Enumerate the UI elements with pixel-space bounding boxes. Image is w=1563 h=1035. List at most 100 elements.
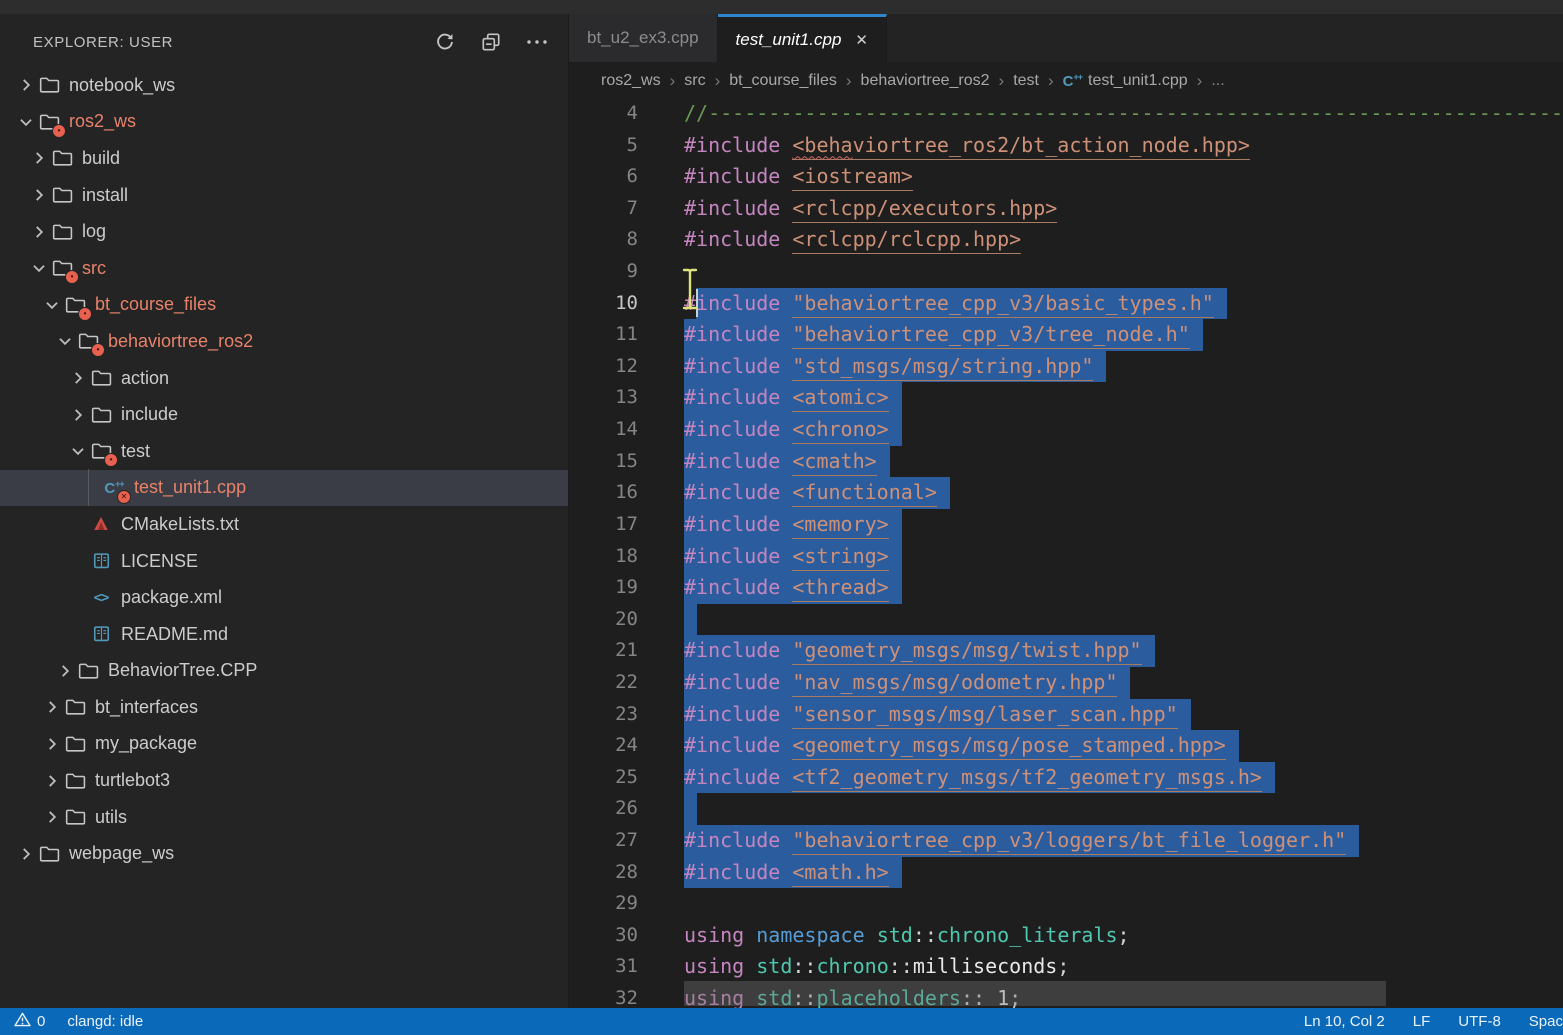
code-editor[interactable]: 4//-------------------------------------…	[569, 100, 1563, 1008]
code-token: <beha	[792, 133, 852, 160]
code-line-31[interactable]: 31using std::chrono::milliseconds;	[569, 951, 1563, 983]
code-line-22[interactable]: 22#include "nav_msgs/msg/odometry.hpp"	[569, 667, 1563, 699]
tree-item-LICENSE[interactable]: LICENSE	[0, 543, 568, 580]
selection-highlight: #include "std_msgs/msg/string.hpp"	[684, 351, 1106, 383]
tree-item-log[interactable]: log	[0, 213, 568, 250]
collapse-all-icon[interactable]	[478, 29, 504, 55]
code-token: <geometry_msgs/msg/pose_stamped.hpp>	[792, 733, 1225, 760]
breadcrumb-label: src	[684, 72, 705, 90]
tree-item-include[interactable]: include	[0, 396, 568, 433]
breadcrumb-item-test[interactable]: test	[1013, 72, 1039, 90]
line-number: 28	[569, 857, 638, 889]
tree-item-test[interactable]: •test	[0, 433, 568, 470]
code-token	[780, 291, 792, 315]
close-icon[interactable]: ✕	[855, 31, 868, 49]
line-number: 29	[569, 888, 638, 920]
status-item-ln-10-col-2[interactable]: Ln 10, Col 2	[1304, 1013, 1385, 1030]
selection-highlight: #include "behaviortree_cpp_v3/tree_node.…	[684, 319, 1203, 351]
code-line-16[interactable]: 16#include <functional>	[569, 477, 1563, 509]
tree-item-turtlebot3[interactable]: turtlebot3	[0, 762, 568, 799]
code-line-30[interactable]: 30using namespace std::chrono_literals;	[569, 920, 1563, 952]
explorer-header: EXPLORER: USER	[0, 24, 568, 60]
tab-test_unit1.cpp[interactable]: test_unit1.cpp✕	[718, 14, 887, 62]
code-token: #include	[684, 670, 780, 694]
refresh-icon[interactable]	[432, 29, 458, 55]
code-line-24[interactable]: 24#include <geometry_msgs/msg/pose_stamp…	[569, 730, 1563, 762]
status-item-clangd-idle[interactable]: clangd: idle	[67, 1013, 143, 1030]
tree-item-CMakeLists.txt[interactable]: CMakeLists.txt	[0, 506, 568, 543]
tab-bt_u2_ex3.cpp[interactable]: bt_u2_ex3.cpp	[569, 14, 718, 62]
status-item-spac[interactable]: Spac	[1529, 1013, 1563, 1030]
code-token: std	[877, 923, 913, 947]
code-token: <atomic>	[792, 385, 888, 412]
code-line-15[interactable]: 15#include <cmath>	[569, 446, 1563, 478]
tree-item-test_unit1.cpp[interactable]: C++✕test_unit1.cpp	[0, 470, 568, 507]
problem-badge: •	[104, 453, 118, 467]
folder-icon	[64, 696, 86, 718]
code-line-5[interactable]: 5#include <behaviortree_ros2/bt_action_n…	[569, 130, 1563, 162]
status-item-0[interactable]: 0	[14, 1012, 45, 1031]
selection-highlight: #include <thread>	[684, 572, 902, 604]
tree-item-package.xml[interactable]: <>package.xml	[0, 579, 568, 616]
code-line-11[interactable]: 11#include "behaviortree_cpp_v3/tree_nod…	[569, 319, 1563, 351]
breadcrumb-item-...[interactable]: ...	[1211, 72, 1224, 90]
code-token: #include	[684, 702, 780, 726]
code-line-4[interactable]: 4//-------------------------------------…	[569, 100, 1563, 130]
folder-icon	[64, 770, 86, 792]
folder-icon	[64, 806, 86, 828]
breadcrumb-label: behaviortree_ros2	[861, 72, 990, 90]
line-content: #include <functional>	[684, 477, 950, 509]
tree-item-build[interactable]: build	[0, 140, 568, 177]
tree-item-BehaviorTree.CPP[interactable]: BehaviorTree.CPP	[0, 653, 568, 690]
tree-item-label: test_unit1.cpp	[134, 477, 246, 498]
tree-item-bt_course_files[interactable]: •bt_course_files	[0, 287, 568, 324]
breadcrumb-item-test_unit1.cpp[interactable]: C++test_unit1.cpp	[1063, 72, 1188, 90]
code-line-8[interactable]: 8#include <rclcpp/rclcpp.hpp>	[569, 224, 1563, 256]
breadcrumb-item-behaviortree_ros2[interactable]: behaviortree_ros2	[861, 72, 990, 90]
status-item-lf[interactable]: LF	[1413, 1013, 1431, 1030]
selection-highlight: #include "sensor_msgs/msg/laser_scan.hpp…	[684, 699, 1191, 731]
code-line-12[interactable]: 12#include "std_msgs/msg/string.hpp"	[569, 351, 1563, 383]
tree-indent-guide	[88, 469, 89, 506]
code-line-20[interactable]: 20	[569, 604, 1563, 636]
code-line-17[interactable]: 17#include <memory>	[569, 509, 1563, 541]
code-line-27[interactable]: 27#include "behaviortree_cpp_v3/loggers/…	[569, 825, 1563, 857]
code-line-14[interactable]: 14#include <chrono>	[569, 414, 1563, 446]
status-item-utf-8[interactable]: UTF-8	[1458, 1013, 1501, 1030]
tree-item-label: behaviortree_ros2	[108, 331, 253, 352]
code-line-21[interactable]: 21#include "geometry_msgs/msg/twist.hpp"	[569, 635, 1563, 667]
status-item-label: Ln 10, Col 2	[1304, 1013, 1385, 1030]
breadcrumb-item-src[interactable]: src	[684, 72, 705, 90]
tree-item-install[interactable]: install	[0, 177, 568, 214]
tree-item-utils[interactable]: utils	[0, 799, 568, 836]
code-line-26[interactable]: 26	[569, 793, 1563, 825]
breadcrumb-item-ros2_ws[interactable]: ros2_ws	[601, 72, 661, 90]
tree-item-behaviortree_ros2[interactable]: •behaviortree_ros2	[0, 323, 568, 360]
code-line-29[interactable]: 29	[569, 888, 1563, 920]
breadcrumb-separator-icon: ›	[715, 71, 721, 91]
code-line-7[interactable]: 7#include <rclcpp/executors.hpp>	[569, 193, 1563, 225]
more-actions-icon[interactable]	[524, 29, 550, 55]
code-line-18[interactable]: 18#include <string>	[569, 541, 1563, 573]
tree-item-src[interactable]: •src	[0, 250, 568, 287]
horizontal-scrollbar[interactable]	[684, 981, 1386, 1006]
code-line-25[interactable]: 25#include <tf2_geometry_msgs/tf2_geomet…	[569, 762, 1563, 794]
code-token: chrono_literals	[937, 923, 1118, 947]
code-line-6[interactable]: 6#include <iostream>	[569, 161, 1563, 193]
code-line-19[interactable]: 19#include <thread>	[569, 572, 1563, 604]
tree-item-ros2_ws[interactable]: •ros2_ws	[0, 104, 568, 141]
problem-badge: ✕	[117, 490, 131, 504]
tree-item-action[interactable]: action	[0, 360, 568, 397]
tree-item-my_package[interactable]: my_package	[0, 726, 568, 763]
code-line-23[interactable]: 23#include "sensor_msgs/msg/laser_scan.h…	[569, 699, 1563, 731]
code-line-10[interactable]: 10#include "behaviortree_cpp_v3/basic_ty…	[569, 288, 1563, 320]
code-line-28[interactable]: 28#include <math.h>	[569, 857, 1563, 889]
code-line-13[interactable]: 13#include <atomic>	[569, 382, 1563, 414]
code-token: #include	[684, 544, 780, 568]
tree-item-README.md[interactable]: README.md	[0, 616, 568, 653]
tree-item-bt_interfaces[interactable]: bt_interfaces	[0, 689, 568, 726]
code-line-9[interactable]: 9	[569, 256, 1563, 288]
tree-item-webpage_ws[interactable]: webpage_ws	[0, 835, 568, 872]
tree-item-notebook_ws[interactable]: notebook_ws	[0, 67, 568, 104]
breadcrumb-item-bt_course_files[interactable]: bt_course_files	[729, 72, 837, 90]
